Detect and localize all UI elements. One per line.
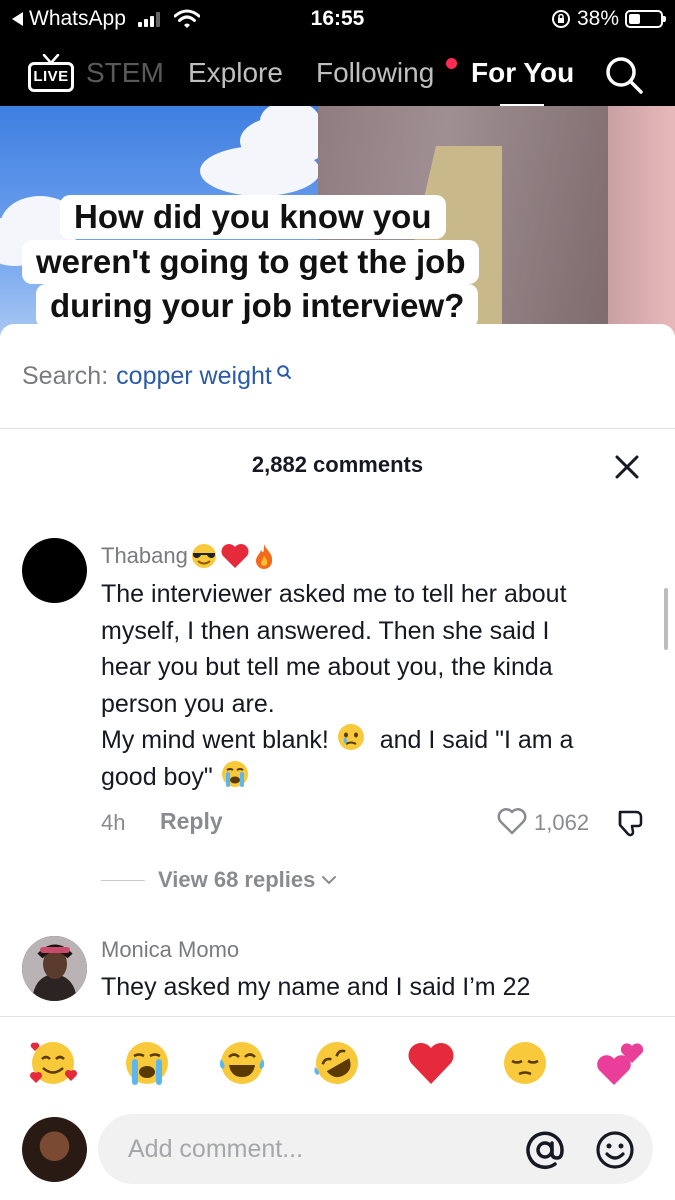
- rolling-on-floor-laughing-icon[interactable]: [311, 1037, 363, 1089]
- reply-button[interactable]: Reply: [160, 808, 223, 835]
- smiling-face-with-hearts-icon[interactable]: [27, 1037, 79, 1089]
- search-icon[interactable]: [604, 55, 644, 95]
- tab-stem[interactable]: STEM: [86, 57, 164, 89]
- status-right: 38%: [551, 7, 666, 31]
- tab-for-you[interactable]: For You: [471, 57, 574, 89]
- comment-input[interactable]: [98, 1114, 653, 1184]
- orientation-lock-icon: [551, 10, 570, 28]
- video-caption-line: weren't going to get the job: [22, 240, 480, 284]
- comment-line-group: My mind went blank! and I said "I am a: [101, 722, 651, 759]
- notification-dot: [446, 58, 457, 69]
- emoji-quick-bar: [0, 1017, 675, 1107]
- smiling-face-with-sunglasses-icon: [191, 544, 216, 568]
- comment-input-row: [0, 1107, 675, 1200]
- search-prefix: Search:: [22, 362, 109, 390]
- chevron-down-icon: [322, 876, 337, 885]
- battery-icon: [625, 10, 666, 28]
- comment-username[interactable]: Thabang: [101, 542, 276, 570]
- divider: [0, 428, 675, 429]
- loudly-crying-face-icon: [221, 760, 248, 787]
- video-caption-line: How did you know you: [60, 195, 446, 239]
- emoji-picker-icon[interactable]: [595, 1130, 635, 1170]
- comment-time: 4h: [101, 810, 126, 835]
- search-term-link[interactable]: copper weight: [116, 362, 272, 391]
- face-holding-back-tears-icon: [337, 724, 364, 750]
- like-count: 1,062: [534, 810, 590, 835]
- comment-line: hear you but tell me about you, the kind…: [101, 653, 553, 681]
- two-hearts-icon[interactable]: [594, 1037, 646, 1089]
- search-icon: [277, 365, 291, 379]
- face-with-tears-of-joy-icon[interactable]: [216, 1037, 268, 1089]
- red-heart-icon[interactable]: [405, 1037, 457, 1089]
- comment-count: 2,882 comments: [251, 452, 424, 477]
- loudly-crying-face-icon[interactable]: [121, 1037, 173, 1089]
- comment-line: and I said "I am a: [379, 726, 574, 754]
- comment-line-group: good boy": [101, 759, 651, 796]
- status-bar: WhatsApp 16:55 38%: [0, 0, 675, 40]
- tab-explore[interactable]: Explore: [188, 57, 283, 89]
- comment-text: The interviewer asked me to tell her abo…: [101, 576, 651, 795]
- comment-line: good boy": [101, 762, 213, 791]
- comment-line: myself, I then answered. Then she said I: [101, 616, 550, 645]
- tab-following[interactable]: Following: [316, 57, 434, 89]
- view-replies-label: View 68 replies: [158, 867, 316, 892]
- dislike-icon[interactable]: [614, 806, 648, 840]
- heart-outline-icon[interactable]: [496, 806, 528, 836]
- pensive-face-icon[interactable]: [499, 1037, 551, 1089]
- current-user-avatar[interactable]: [22, 1117, 87, 1182]
- top-nav: LIVE STEM Explore Following For You: [0, 40, 675, 107]
- avatar[interactable]: [22, 538, 87, 603]
- search-suggestion[interactable]: Search: copper weight: [22, 362, 292, 391]
- comment-username[interactable]: Monica Momo: [101, 937, 239, 963]
- avatar-photo: [22, 936, 87, 1001]
- avatar[interactable]: [22, 936, 87, 1001]
- comment-line: My mind went blank!: [101, 726, 329, 754]
- username-text: Thabang: [101, 543, 188, 568]
- fire-icon: [255, 544, 272, 569]
- live-label: LIVE: [28, 62, 74, 92]
- close-icon[interactable]: [612, 452, 642, 482]
- comment-line: person you are.: [101, 689, 275, 718]
- scrollbar[interactable]: [664, 588, 668, 650]
- red-heart-icon: [221, 544, 249, 568]
- comment-line: The interviewer asked me to tell her abo…: [101, 580, 567, 608]
- mention-icon[interactable]: [525, 1130, 565, 1170]
- view-replies-button[interactable]: View 68 replies: [158, 867, 337, 893]
- live-button[interactable]: LIVE: [28, 54, 74, 94]
- comment-text: They asked my name and I said I’m 22: [101, 973, 531, 1001]
- battery-percent: 38%: [576, 7, 619, 30]
- video-caption-line: during your job interview?: [36, 284, 479, 328]
- replies-divider: [101, 880, 145, 881]
